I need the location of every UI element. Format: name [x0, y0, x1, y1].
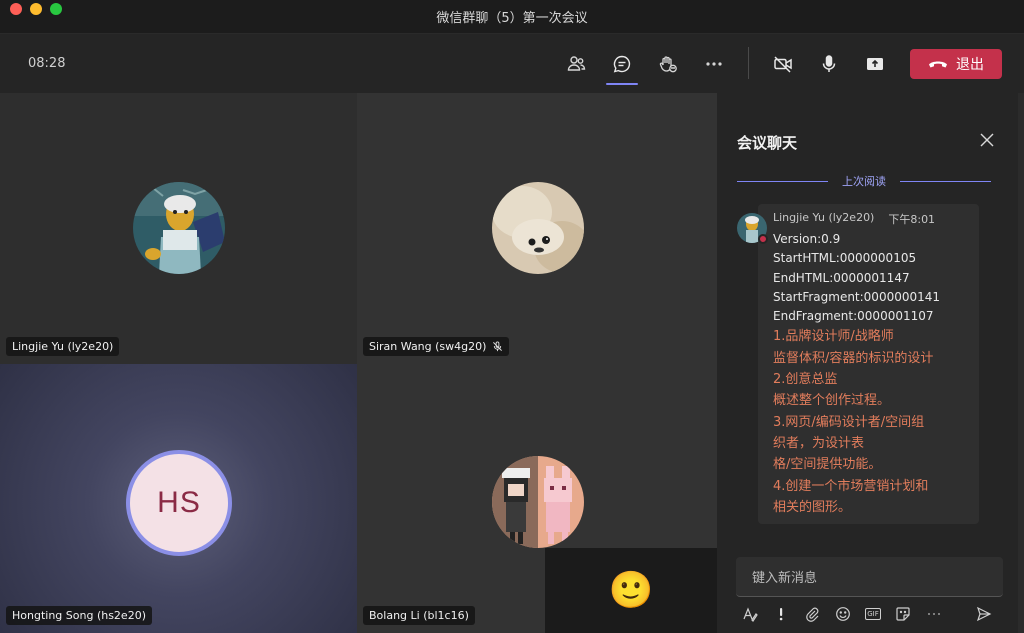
emoji-button[interactable] [834, 605, 852, 623]
message-colored-line: 3.网页/编码设计者/空间组 [773, 414, 925, 430]
message-colored-line: 4.创建一个市场营销计划和 [773, 478, 929, 494]
window-controls [10, 3, 62, 15]
message-line: Version:0.9 [773, 232, 841, 246]
leave-button[interactable]: 退出 [910, 49, 1002, 79]
last-read-label: 上次阅读 [842, 175, 886, 188]
video-tile-lingjie[interactable]: Lingjie Yu (ly2e20) [0, 93, 357, 364]
message-colored-line: 格/空间提供功能。 [773, 457, 882, 473]
participant-avatar [492, 182, 584, 274]
avatar-image [492, 456, 584, 548]
participant-initials-avatar: HS [126, 450, 232, 556]
message-line: EndHTML:0000001147 [773, 270, 910, 285]
video-tile-hongting[interactable]: HS Hongting Song (hs2e20) [0, 364, 357, 633]
close-icon [980, 133, 994, 147]
participant-name-tag: Bolang Li (bl1c16) [363, 606, 475, 625]
more-icon [706, 62, 722, 66]
participant-name-tag: Lingjie Yu (ly2e20) [6, 337, 120, 356]
participant-name: Lingjie Yu (ly2e20) [12, 340, 114, 353]
gif-button[interactable]: GIF [864, 605, 882, 623]
message-meta: Lingjie Yu (ly2e20) 下午8:01 [773, 211, 969, 227]
leave-label: 退出 [956, 57, 984, 73]
message-line: EndFragment:0000001107 [773, 309, 934, 324]
attach-icon [806, 607, 819, 622]
meeting-toolbar: 08:28 退出 [0, 34, 1024, 93]
message-colored-line: 相关的图形。 [773, 499, 852, 515]
people-icon [567, 56, 586, 71]
gif-icon: GIF [865, 608, 881, 620]
compose-message-input[interactable]: 键入新消息 [736, 557, 1003, 597]
toolbar-separator [748, 47, 749, 79]
raise-hand-icon [659, 56, 677, 73]
window-close-button[interactable] [10, 3, 22, 15]
more-options-button[interactable] [925, 605, 943, 623]
presence-busy-indicator [758, 234, 768, 244]
more-options-icon [928, 613, 940, 615]
format-button[interactable] [741, 605, 759, 623]
compose-toolbar: GIF [737, 601, 1005, 627]
message-colored-line: 2.创意总监 [773, 372, 838, 388]
camera-toggle-button[interactable] [770, 51, 796, 77]
message-colored-line: 概述整个创作过程。 [773, 393, 891, 409]
format-icon [743, 607, 758, 622]
close-chat-button[interactable] [979, 132, 995, 148]
chat-panel-title: 会议聊天 [737, 134, 798, 152]
share-screen-button[interactable] [862, 51, 888, 77]
message-line: StartFragment:0000000141 [773, 289, 941, 304]
chat-icon [613, 55, 631, 73]
last-read-divider: 上次阅读 [737, 173, 991, 189]
camera-off-icon [774, 56, 792, 73]
participant-initials: HS [157, 486, 201, 519]
share-icon [867, 58, 883, 70]
mic-icon [822, 55, 836, 72]
participant-avatar [133, 182, 225, 274]
title-bar: 微信群聊（5）第一次会议 [0, 0, 1024, 34]
sticker-button[interactable] [894, 605, 912, 623]
sticker-icon [896, 607, 910, 621]
send-button[interactable] [975, 605, 993, 623]
self-view-emoji: 🙂 [608, 569, 654, 611]
message-line: StartHTML:0000000105 [773, 251, 917, 266]
message-colored-line: 监督体积/容器的标识的设计 [773, 350, 934, 366]
meeting-timer: 08:28 [28, 56, 66, 71]
chat-button[interactable] [606, 51, 638, 85]
chat-message[interactable]: Lingjie Yu (ly2e20) 下午8:01 Version:0.9 S… [758, 204, 979, 524]
raise-hand-button[interactable] [655, 51, 681, 77]
participant-name-tag: Hongting Song (hs2e20) [6, 606, 152, 625]
window-title: 微信群聊（5）第一次会议 [436, 11, 588, 26]
window-maximize-button[interactable] [50, 3, 62, 15]
participant-name: Siran Wang (sw4g20) [369, 340, 487, 353]
self-view-tile[interactable]: 🙂 [545, 548, 717, 633]
send-icon [976, 606, 992, 622]
participant-avatar [492, 456, 584, 548]
window-minimize-button[interactable] [30, 3, 42, 15]
panel-scroll-edge [1018, 93, 1024, 633]
meeting-chat-panel: 会议聊天 上次阅读 Lingjie Yu (ly2e20) 下午8:01 Ver… [717, 93, 1024, 633]
mic-toggle-button[interactable] [816, 51, 842, 77]
compose-placeholder: 键入新消息 [752, 571, 818, 586]
message-time: 下午8:01 [888, 213, 936, 226]
participant-name: Bolang Li (bl1c16) [369, 609, 469, 622]
important-icon [779, 608, 783, 621]
message-colored-line: 织者，为设计表 [773, 435, 865, 451]
more-actions-button[interactable] [701, 51, 727, 77]
video-tile-siran[interactable]: Siran Wang (sw4g20) [357, 93, 717, 364]
avatar-image [133, 182, 225, 274]
message-colored-line: 1.品牌设计师/战略师 [773, 329, 894, 345]
participant-name: Hongting Song (hs2e20) [12, 609, 146, 622]
avatar-image [492, 182, 584, 274]
attach-button[interactable] [803, 605, 821, 623]
phone-hangup-icon [929, 61, 947, 68]
mic-muted-icon [493, 341, 503, 352]
participant-name-tag: Siran Wang (sw4g20) [363, 337, 510, 356]
participants-button[interactable] [563, 51, 589, 77]
emoji-icon [836, 607, 850, 621]
message-sender: Lingjie Yu (ly2e20) [773, 211, 875, 224]
important-button[interactable] [772, 605, 790, 623]
